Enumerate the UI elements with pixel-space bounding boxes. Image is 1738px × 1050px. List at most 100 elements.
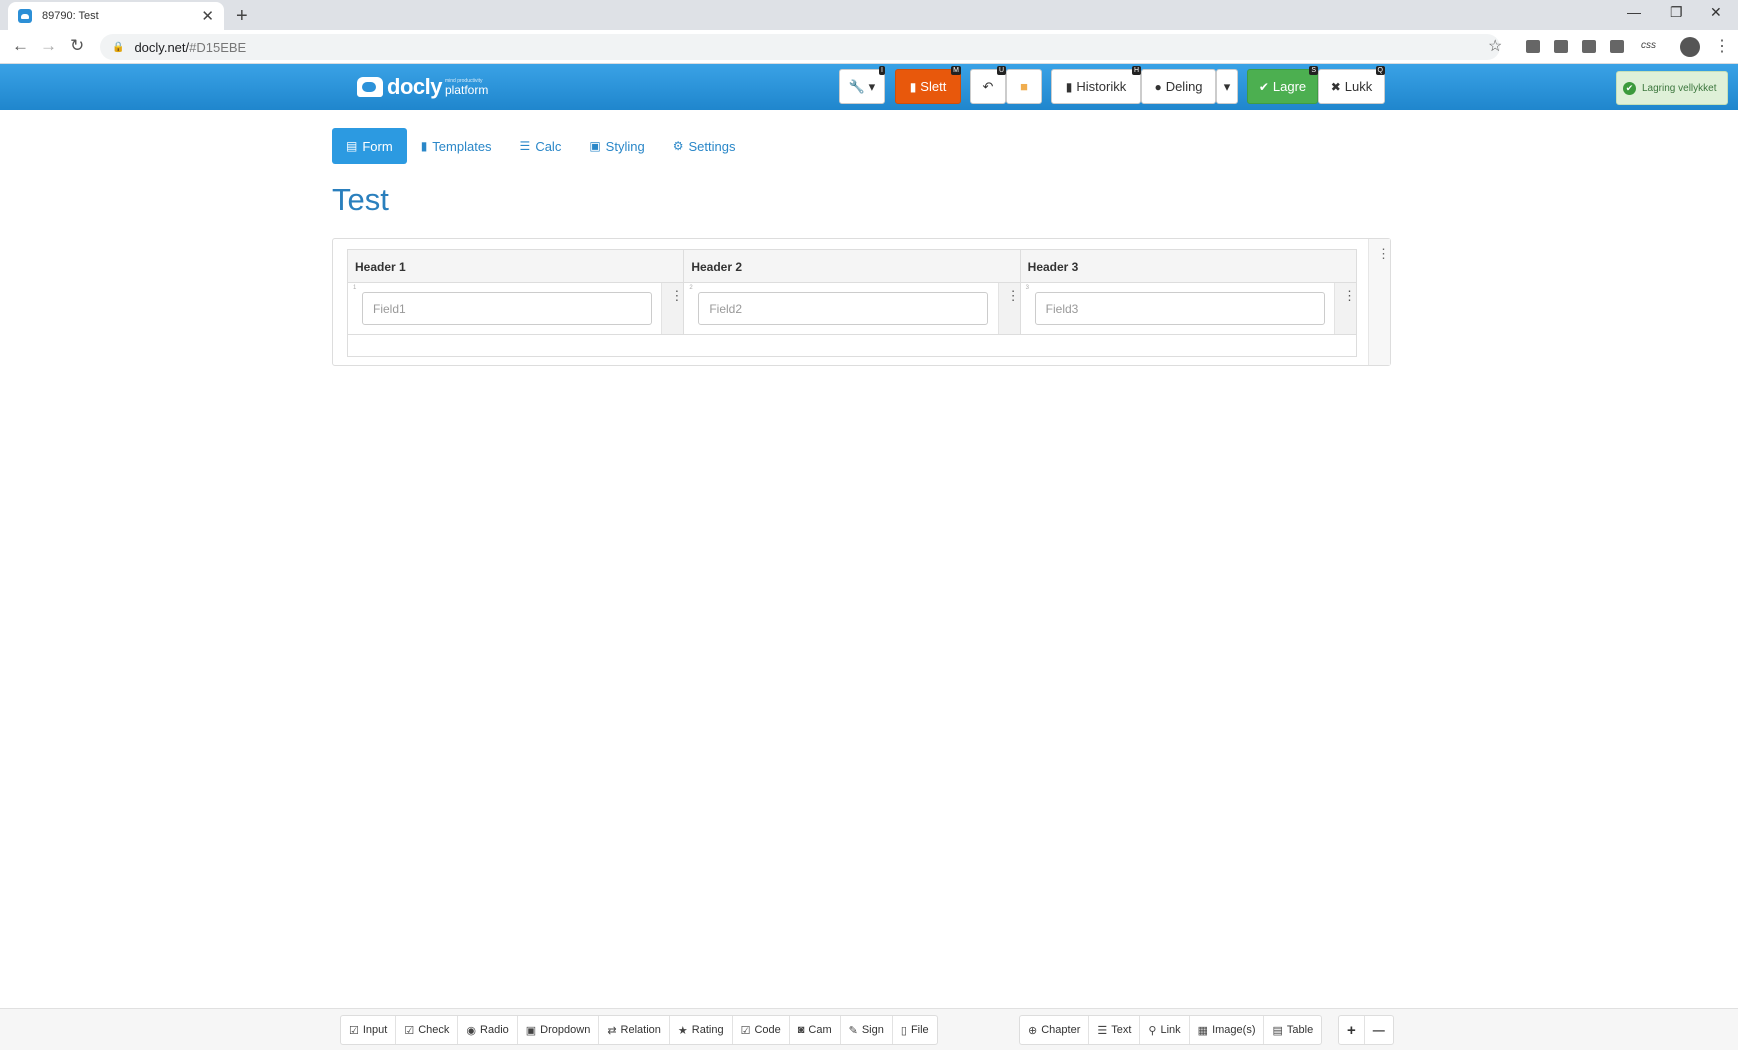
comment-button[interactable]: ■ [1006,69,1042,104]
tab-styling[interactable]: ▣ Styling [575,128,658,164]
insert-text-button[interactable]: ☰ Text [1089,1016,1141,1044]
insert-file-button[interactable]: ▯ File [893,1016,937,1044]
tab-settings[interactable]: ⚙ Settings [659,128,750,164]
logo-tagline: mind productivity [444,77,483,84]
field1-input[interactable]: Field1 [362,292,652,325]
insert-input-button[interactable]: ☑ Input [341,1016,397,1044]
close-tab-icon[interactable]: ✕ [201,7,214,25]
gear-icon: ⚙ [672,139,684,153]
form-table-block: Header 1 Header 2 Header 3 1 Field1 ⋮ 2 … [332,238,1391,366]
browser-toolbar: ← → ↻ 🔒 docly.net/#D15EBE ☆ css ⋮ [0,30,1738,64]
tools-button[interactable]: 🔧 ▾ I [839,66,885,104]
docly-logo[interactable]: docly mind productivity platform [357,74,488,100]
tab-calc[interactable]: ☰ Calc [506,128,576,164]
undo-button[interactable]: ↶ U [970,66,1006,104]
insert-check-button[interactable]: ☑ Check [396,1016,459,1044]
button-label: Dropdown [540,1024,591,1036]
insert-cam-button[interactable]: ◙ Cam [790,1016,841,1044]
cell-menu-handle[interactable]: ⋮ [1333,283,1356,334]
app-header: docly mind productivity platform 🔧 ▾ I ▮… [0,64,1738,110]
css-extension-icon[interactable]: css [1641,40,1656,51]
vertical-dots-icon: ⋮ [670,288,684,303]
tab-form[interactable]: ▤ Form [332,128,407,164]
window-close-icon[interactable]: ✕ [1710,4,1722,21]
success-check-icon: ✔ [1623,81,1636,95]
cell-menu-handle[interactable]: ⋮ [997,283,1020,334]
insert-rating-button[interactable]: ★ Rating [670,1016,733,1044]
relation-icon: ⇄ [607,1024,617,1037]
add-button[interactable]: + [1339,1016,1365,1044]
text-icon: ☰ [1097,1024,1108,1037]
url-text: docly.net/#D15EBE [134,40,246,55]
field2-input[interactable]: Field2 [698,292,989,325]
insert-code-button[interactable]: ☑ Code [733,1016,790,1044]
plus-circle-icon: ⊕ [1028,1024,1038,1037]
star-icon: ★ [677,1024,688,1037]
camera-extension-icon[interactable] [1554,40,1568,53]
cell-menu-handle[interactable]: ⋮ [661,283,684,334]
back-icon[interactable]: ← [12,36,29,56]
undo-icon: ↶ [982,78,994,94]
forward-icon[interactable]: → [40,36,57,56]
insert-radio-button[interactable]: ◉ Radio [458,1016,518,1044]
field3-input[interactable]: Field3 [1034,292,1325,325]
vertical-dots-icon: ⋮ [1006,288,1020,303]
code-icon: ☑ [740,1024,751,1037]
history-label: Historikk [1076,79,1127,94]
table-header-cell[interactable]: Header 1 [348,250,685,282]
chat-extension-icon[interactable] [1610,40,1624,53]
insert-sign-button[interactable]: ✎ Sign [841,1016,893,1044]
tab-label: Settings [688,138,736,154]
table-header-cell[interactable]: Header 3 [1021,250,1356,282]
list-icon: ☰ [519,139,531,153]
close-document-button[interactable]: ✖ Lukk Q [1318,66,1385,104]
caret-down-icon: ▾ [1223,78,1231,94]
restore-icon[interactable]: ❐ [1670,4,1683,21]
insert-chapter-button[interactable]: ⊕ Chapter [1020,1016,1090,1044]
remove-button[interactable]: — [1365,1016,1393,1044]
button-label: Sign [861,1024,884,1036]
share-button[interactable]: ● Deling [1141,69,1216,104]
address-bar[interactable]: 🔒 docly.net/#D15EBE [100,34,1500,60]
devtools-extension-icon[interactable] [1582,40,1596,53]
new-tab-button[interactable]: + [236,5,248,28]
radio-icon: ◉ [466,1024,477,1037]
save-success-toast: ✔ Lagring vellykket [1616,71,1728,105]
browser-menu-icon[interactable]: ⋮ [1714,36,1730,56]
cell-index: 1 [353,285,357,291]
shortcut-badge: H [1131,66,1141,75]
profile-avatar[interactable] [1680,37,1700,57]
table-header-cell[interactable]: Header 2 [684,250,1021,282]
page-title[interactable]: Test [332,182,389,218]
shortcut-badge: I [879,66,885,75]
trash-icon: ▮ [909,79,917,94]
insert-images-button[interactable]: ▦ Image(s) [1190,1016,1265,1044]
book-icon: ▮ [420,139,428,153]
editor-tabs: ▤ Form ▮ Templates ☰ Calc ▣ Styling ⚙ Se… [332,128,749,164]
insert-relation-button[interactable]: ⇄ Relation [599,1016,670,1044]
browser-tab[interactable]: 89790: Test ✕ [8,2,224,30]
delete-button[interactable]: ▮ Slett M [895,66,961,104]
tab-templates[interactable]: ▮ Templates [407,128,506,164]
field-insert-group: ☑ Input ☑ Check ◉ Radio ▣ Dropdown ⇄ Relation… [340,1015,938,1045]
insert-link-button[interactable]: ⚲ Link [1140,1016,1190,1044]
button-label: Code [754,1024,781,1036]
history-button[interactable]: ▮ Historikk H [1051,66,1141,104]
insert-table-button[interactable]: ▤ Table [1264,1016,1321,1044]
extension-icon[interactable] [1526,40,1540,53]
tab-label: Styling [605,138,645,154]
share-dropdown-button[interactable]: ▾ [1216,69,1238,104]
button-label: Cam [808,1024,832,1036]
save-button[interactable]: ✔ Lagre S [1247,66,1318,104]
button-label: File [910,1024,929,1036]
block-menu-handle[interactable]: ⋮ [1368,239,1390,365]
insert-toolbar: ☑ Input ☑ Check ◉ Radio ▣ Dropdown ⇄ Relation… [0,1008,1738,1050]
reload-icon[interactable]: ↻ [70,36,84,56]
insert-dropdown-button[interactable]: ▣ Dropdown [518,1016,600,1044]
check-icon: ✔ [1258,79,1269,94]
button-label: Chapter [1041,1024,1081,1036]
button-label: Check [418,1024,450,1036]
minimize-icon[interactable]: — [1627,4,1641,20]
bookmark-star-icon[interactable]: ☆ [1488,36,1502,56]
file-icon: ▤ [346,139,358,153]
